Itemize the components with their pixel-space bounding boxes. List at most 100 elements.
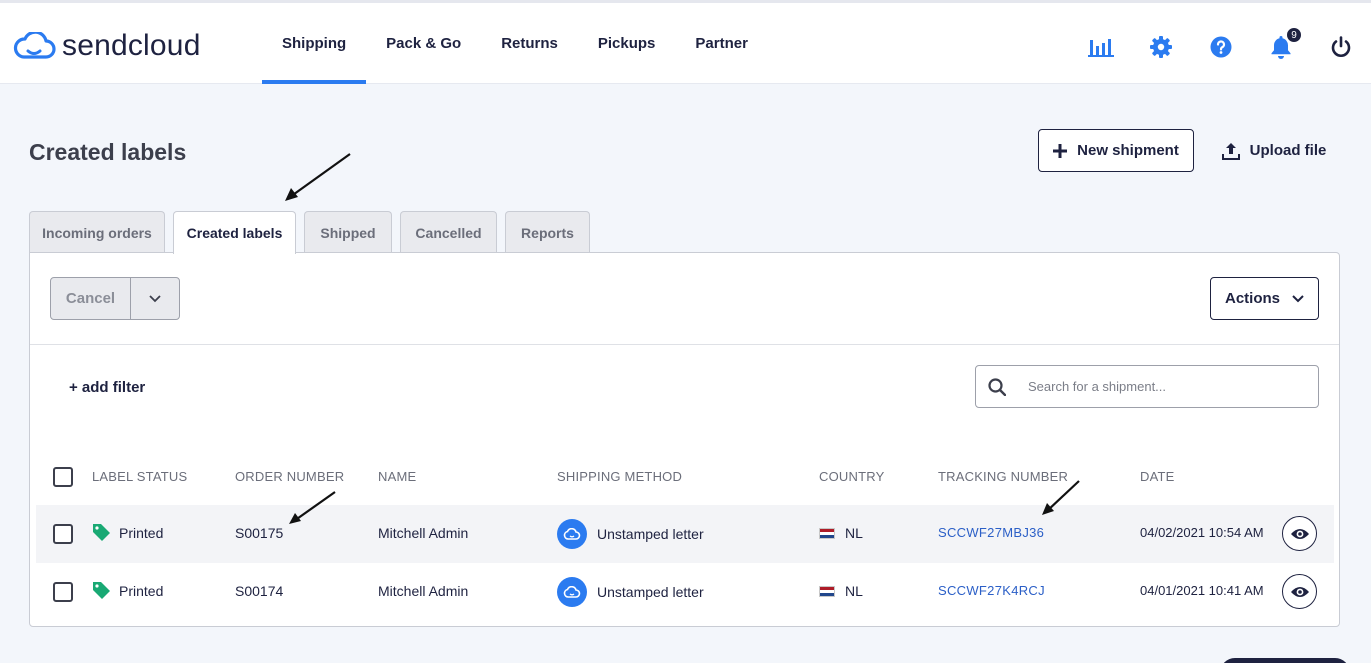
tab-label: Reports (521, 224, 574, 241)
actions-dropdown-button[interactable]: Actions (1210, 277, 1319, 320)
column-header-shipping-method[interactable]: SHIPPING METHOD (557, 469, 682, 484)
eye-icon (1290, 528, 1309, 539)
tab-shipped[interactable]: Shipped (304, 211, 392, 253)
plus-icon (1053, 143, 1068, 158)
notifications-button[interactable]: 9 (1251, 27, 1311, 63)
tab-label: Cancelled (415, 224, 482, 241)
tab-cancelled[interactable]: Cancelled (400, 211, 497, 253)
new-shipment-label: New shipment (1077, 142, 1179, 159)
settings-button[interactable] (1131, 31, 1191, 63)
row-checkbox[interactable] (53, 524, 73, 544)
top-navigation-bar: sendcloud Shipping Pack & Go Returns Pic… (0, 0, 1371, 84)
tag-icon (93, 524, 110, 541)
top-icon-group: 9 (1071, 27, 1371, 63)
tab-created-labels[interactable]: Created labels (173, 211, 296, 254)
upload-icon (1221, 142, 1240, 160)
cloud-carrier-icon (557, 519, 587, 549)
nav-label: Shipping (282, 35, 347, 52)
chat-widget-button[interactable] (1220, 658, 1350, 663)
cloud-logo-icon (13, 32, 56, 59)
add-filter-link[interactable]: + add filter (69, 379, 145, 396)
tracking-number-link[interactable]: SCCWF27K4RCJ (938, 583, 1045, 598)
tab-label: Incoming orders (42, 224, 152, 241)
nav-pickups[interactable]: Pickups (578, 3, 676, 84)
view-shipment-button[interactable] (1282, 516, 1317, 551)
gear-icon (1150, 36, 1172, 58)
table-header: LABEL STATUS ORDER NUMBER NAME SHIPPING … (30, 459, 1339, 495)
search-input[interactable] (1028, 379, 1288, 394)
column-header-tracking-number[interactable]: TRACKING NUMBER (938, 469, 1068, 484)
country-code: NL (845, 583, 863, 599)
column-header-name[interactable]: NAME (378, 469, 416, 484)
tab-label: Created labels (186, 225, 283, 241)
actions-label: Actions (1224, 290, 1280, 307)
column-header-country[interactable]: COUNTRY (819, 469, 884, 484)
tab-reports[interactable]: Reports (505, 211, 590, 253)
column-header-label-status[interactable]: LABEL STATUS (92, 469, 187, 484)
shipments-panel: Cancel Actions + add filter LABEL STATUS… (29, 252, 1340, 627)
sendcloud-logo[interactable]: sendcloud (12, 29, 201, 63)
brand-name: sendcloud (62, 29, 201, 62)
customer-name: Mitchell Admin (378, 525, 469, 541)
analytics-button[interactable] (1071, 31, 1131, 63)
cancel-button[interactable]: Cancel (51, 278, 131, 319)
tracking-number-link[interactable]: SCCWF27MBJ36 (938, 525, 1044, 540)
help-button[interactable] (1191, 31, 1251, 63)
order-number: S00175 (235, 525, 284, 541)
eye-icon (1290, 586, 1309, 597)
help-icon (1210, 36, 1232, 58)
logout-button[interactable] (1311, 31, 1371, 63)
search-icon (988, 377, 1006, 396)
analytics-icon (1088, 39, 1114, 57)
country: NL (819, 583, 863, 599)
table-row[interactable]: Printed S00175 Mitchell Admin Unstamped … (36, 505, 1334, 563)
chevron-down-icon (1292, 294, 1304, 302)
label-status-text: Printed (119, 582, 164, 599)
date: 04/02/2021 10:54 AM (1140, 525, 1264, 540)
column-header-order-number[interactable]: ORDER NUMBER (235, 469, 344, 484)
table-row[interactable]: Printed S00174 Mitchell Admin Unstamped … (36, 563, 1334, 621)
cancel-split-button: Cancel (50, 277, 180, 320)
label-status-text: Printed (119, 524, 164, 541)
upload-file-button[interactable]: Upload file (1214, 129, 1334, 172)
nav-label: Pickups (597, 35, 656, 52)
row-checkbox[interactable] (53, 582, 73, 602)
nl-flag-icon (819, 527, 835, 539)
nav-label: Returns (501, 35, 558, 52)
main-nav: Shipping Pack & Go Returns Pickups Partn… (262, 3, 768, 84)
label-status: Printed (92, 581, 163, 600)
shipping-method: Unstamped letter (557, 577, 704, 607)
nav-shipping[interactable]: Shipping (262, 3, 367, 84)
notification-count-badge: 9 (1286, 27, 1302, 43)
upload-file-label: Upload file (1249, 142, 1327, 159)
page-title: Created labels (29, 139, 187, 165)
nav-returns[interactable]: Returns (481, 3, 578, 84)
nav-pack-go[interactable]: Pack & Go (366, 3, 481, 84)
label-status: Printed (92, 523, 163, 542)
tab-incoming-orders[interactable]: Incoming orders (29, 211, 165, 253)
view-shipment-button[interactable] (1282, 574, 1317, 609)
shipping-method-text: Unstamped letter (597, 526, 704, 542)
shipping-method-text: Unstamped letter (597, 584, 704, 600)
country: NL (819, 525, 863, 541)
toolbar-divider (30, 344, 1339, 345)
nav-partner[interactable]: Partner (675, 3, 768, 84)
search-box (975, 365, 1319, 408)
order-number: S00174 (235, 583, 284, 599)
country-code: NL (845, 525, 863, 541)
customer-name: Mitchell Admin (378, 583, 469, 599)
nl-flag-icon (819, 585, 835, 597)
column-header-date[interactable]: DATE (1140, 469, 1175, 484)
new-shipment-button[interactable]: New shipment (1038, 129, 1194, 172)
power-icon (1331, 36, 1351, 57)
nav-label: Pack & Go (386, 35, 462, 52)
nav-label: Partner (695, 35, 748, 52)
annotation-arrow-tab (285, 153, 351, 201)
cloud-carrier-icon (557, 577, 587, 607)
date: 04/01/2021 10:41 AM (1140, 583, 1264, 598)
select-all-checkbox[interactable] (53, 467, 73, 487)
shipping-method: Unstamped letter (557, 519, 704, 549)
tab-label: Shipped (320, 224, 376, 241)
chevron-down-icon (149, 294, 161, 302)
cancel-dropdown-toggle[interactable] (131, 278, 179, 319)
